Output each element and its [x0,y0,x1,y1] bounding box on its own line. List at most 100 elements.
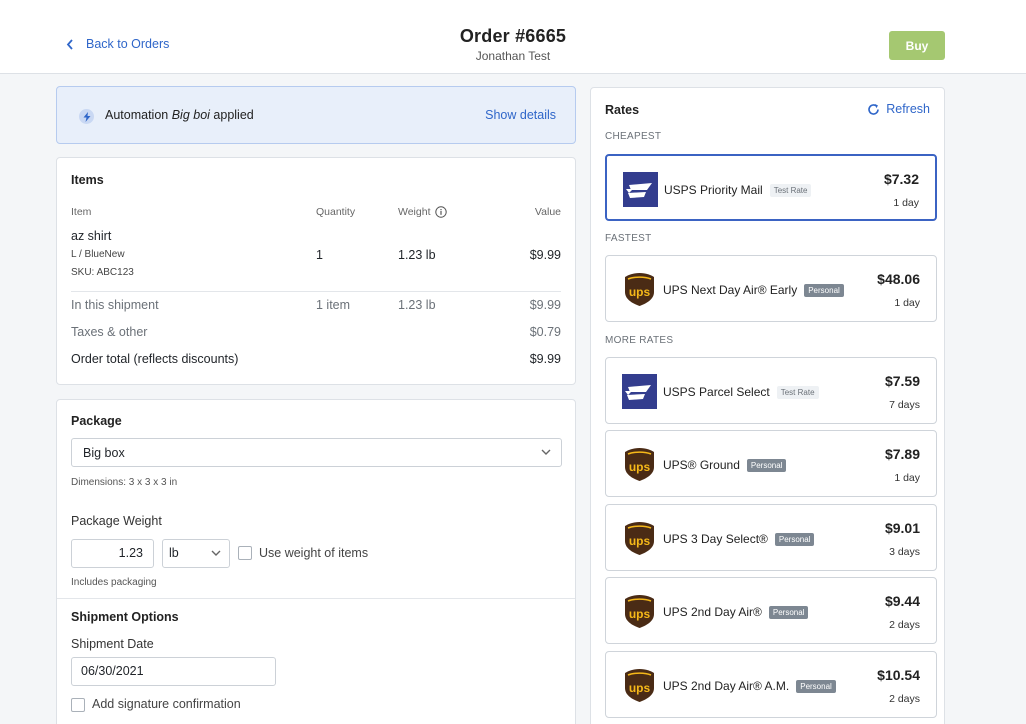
rate-option[interactable]: ups UPS 2nd Day Air® Personal $9.44 2 day… [605,577,937,644]
ups-logo-icon: ups [622,668,657,703]
cheapest-label: CHEAPEST [605,131,662,142]
rate-delivery-days: 3 days [889,546,920,558]
refresh-label: Refresh [886,102,930,116]
shipment-label: In this shipment [71,298,159,312]
rate-name: UPS® Ground Personal [663,458,787,472]
rate-name: UPS Next Day Air® Early Personal [663,283,844,297]
items-card: Items Item Quantity Weight Value az shir… [56,157,576,385]
svg-text:ups: ups [629,460,651,474]
svg-text:ups: ups [629,607,651,621]
use-weight-of-items-label: Use weight of items [259,546,369,560]
column-quantity: Quantity [316,206,356,218]
rate-price: $7.32 [883,171,919,187]
page-title: Order #6665 [459,26,567,46]
rate-badge: Personal [796,679,836,693]
item-variant: L / BlueNew [71,249,125,260]
order-total-label: Order total (reflects discounts) [71,352,239,366]
chevron-down-icon [541,449,551,455]
package-weight-label: Package Weight [71,514,162,528]
show-details-link[interactable]: Show details [485,108,556,122]
shipment-quantity: 1 item [316,298,351,312]
rate-price: $7.59 [884,373,920,389]
rate-badge: Personal [746,458,787,472]
rates-title: Rates [605,103,640,117]
info-icon[interactable] [434,206,447,218]
item-name: az shirt [71,229,112,243]
svg-text:ups: ups [629,285,651,299]
automation-banner: Automation Big boi applied Show details [56,86,576,144]
package-selected-value: Big box [83,445,125,460]
customer-name: Jonathan Test [475,49,551,63]
ups-logo-icon: ups [622,521,657,556]
rate-delivery-days: 7 days [889,399,920,411]
rate-badge: Personal [768,605,809,619]
taxes-label: Taxes & other [71,325,148,339]
ups-logo-icon: ups [622,594,657,629]
column-weight: Weight [398,206,447,218]
rate-option[interactable]: ups UPS 2nd Day Air® A.M. Personal $10.54… [605,651,937,718]
rate-delivery-days: 2 days [889,693,920,705]
item-quantity: 1 [316,248,323,262]
ups-logo-icon: ups [622,272,657,307]
items-title: Items [71,173,104,187]
rate-option[interactable]: ups UPS 3 Day Select® Personal $9.01 3 da… [605,504,937,571]
rate-badge: Personal [804,283,844,297]
refresh-button[interactable]: Refresh [867,102,930,116]
rate-option-fastest[interactable]: ups UPS Next Day Air® Early Personal $48.… [605,255,937,322]
divider [71,291,561,292]
lightning-icon [79,109,94,124]
rate-price: $9.01 [884,520,920,536]
divider [57,598,575,599]
rate-name: USPS Priority Mail Test Rate [664,183,812,197]
rate-name: UPS 3 Day Select® Personal [663,532,815,546]
shipment-date-label: Shipment Date [71,637,154,651]
svg-text:ups: ups [629,681,651,695]
rates-card: Rates Refresh CHEAPEST USPS Priority Mai… [590,87,945,724]
rate-option[interactable]: USPS Parcel Select Test Rate $7.59 7 days [605,357,937,424]
shipment-value: $9.99 [529,298,561,312]
rate-price: $9.44 [884,593,920,609]
rate-name: USPS Parcel Select Test Rate [663,385,819,399]
more-rates-label: MORE RATES [605,335,674,346]
rate-option-cheapest[interactable]: USPS Priority Mail Test Rate $7.32 1 day [605,154,937,221]
weight-unit-value: lb [169,546,179,560]
shipment-weight: 1.23 lb [398,298,436,312]
usps-logo-icon [622,374,657,409]
page-header: Back to Orders Order #6665 Jonathan Test… [0,0,1026,74]
item-value: $9.99 [529,248,561,262]
rate-price: $48.06 [877,271,920,287]
weight-unit-select[interactable]: lb [162,539,230,568]
rate-badge: Personal [774,532,815,546]
buy-button[interactable]: Buy [889,31,945,60]
rate-name: UPS 2nd Day Air® Personal [663,605,809,619]
item-weight: 1.23 lb [398,248,436,262]
rate-delivery-days: 1 day [894,472,920,484]
column-value: Value [534,206,561,218]
chevron-down-icon [211,550,221,556]
ups-logo-icon: ups [622,447,657,482]
rate-price: $7.89 [884,446,920,462]
signature-confirmation-checkbox[interactable] [71,698,85,712]
automation-text: Automation Big boi applied [105,108,254,122]
signature-confirmation-label: Add signature confirmation [92,697,241,711]
package-weight-input[interactable]: 1.23 [71,539,154,568]
includes-packaging-note: Includes packaging [71,577,157,588]
package-card: Package Big box Dimensions: 3 x 3 x 3 in… [56,399,576,724]
package-select[interactable]: Big box [71,438,562,467]
shipment-options-title: Shipment Options [71,610,179,624]
taxes-value: $0.79 [529,325,561,339]
rate-delivery-days: 2 days [889,619,920,631]
rate-delivery-days: 1 day [893,197,919,209]
package-dimensions: Dimensions: 3 x 3 x 3 in [71,477,178,488]
rate-delivery-days: 1 day [894,297,920,309]
automation-name: Big boi [171,108,210,122]
rate-badge: Test Rate [769,183,812,197]
fastest-label: FASTEST [605,233,652,244]
item-sku: SKU: ABC123 [71,267,134,278]
use-weight-of-items-checkbox[interactable] [238,546,252,560]
order-total-value: $9.99 [529,352,561,366]
rate-name: UPS 2nd Day Air® A.M. Personal [663,679,836,693]
rate-option[interactable]: ups UPS® Ground Personal $7.89 1 day [605,430,937,497]
package-title: Package [71,414,122,428]
shipment-date-input[interactable]: 06/30/2021 [71,657,276,686]
